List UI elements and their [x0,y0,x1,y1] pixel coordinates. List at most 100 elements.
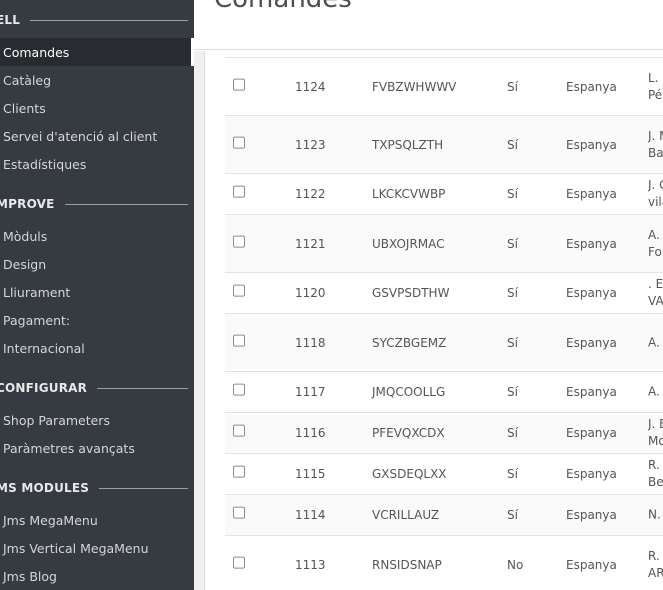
customer-name-line: Ba [648,145,663,160]
order-new-client: Sí [507,137,518,152]
order-customer: A. C [648,384,663,401]
order-id: 1116 [295,426,326,440]
table-row[interactable]: 1115 GXSDEQLXX Sí Espanya R. Be [225,453,663,494]
row-checkbox[interactable] [233,78,245,91]
order-new-client: Sí [507,79,518,94]
order-customer: A. For [648,227,663,261]
sidebar-item[interactable]: Catàleg [0,66,194,94]
row-checkbox[interactable] [233,284,245,297]
table-row[interactable]: 1116 PFEVQXCDX Sí Espanya J. E Mo [225,412,663,453]
sidebar-item[interactable]: Paràmetres avançats [0,434,194,462]
order-customer: L. F Pé [648,70,663,104]
row-checkbox[interactable] [233,465,245,478]
sidebar-item[interactable]: Estadístiques [0,150,194,178]
row-checkbox[interactable] [233,506,245,519]
sidebar-section-header: MS MODULES [0,478,194,498]
customer-name-line: J. G [648,178,663,192]
order-reference: TXPSQLZTH [372,137,444,152]
order-customer: J. G vila [648,177,663,211]
sidebar-item[interactable]: Comandes [0,38,194,66]
sidebar-section-title: CONFIGURAR [0,381,88,395]
sidebar-item[interactable]: Jms Vertical MegaMenu [0,534,194,562]
order-customer: A. V [648,334,663,351]
page-header: Comandes [194,0,663,50]
order-country: Espanya [566,236,617,251]
order-reference: SYCZBGEMZ [372,335,447,350]
row-checkbox[interactable] [233,383,245,396]
sidebar-section-header: CONFIGURAR [0,378,194,398]
order-id: 1115 [295,467,326,481]
order-new-client: Sí [507,286,518,300]
table-row[interactable]: 1118 SYCZBGEMZ Sí Espanya A. V [225,313,663,371]
order-country: Espanya [566,187,617,201]
sidebar-item[interactable]: Internacional [0,334,194,362]
row-checkbox[interactable] [233,334,245,347]
customer-name-line: VA [648,294,663,308]
order-country: Espanya [566,508,617,522]
row-checkbox[interactable] [233,556,245,569]
customer-name-line: A. C [648,384,663,399]
order-customer: R. AR [648,548,663,582]
row-checkbox[interactable] [233,424,245,437]
order-country: Espanya [566,137,617,152]
table-row[interactable]: 1114 VCRILLAUZ Sí Espanya N. [225,494,663,535]
sidebar-section-title: ELL [0,13,21,27]
sidebar-item[interactable]: Design [0,250,194,278]
order-new-client: Sí [507,236,518,251]
order-country: Espanya [566,426,617,440]
order-reference: UBXOJRMAC [372,236,445,251]
sidebar-section-header: MPROVE [0,194,194,214]
table-row[interactable]: 1123 TXPSQLZTH Sí Espanya J. M Ba [225,115,663,173]
order-customer: R. Be [648,457,663,491]
sidebar-section-title: MS MODULES [0,481,90,495]
order-country: Espanya [566,467,617,481]
sidebar-item[interactable]: Lliurament [0,278,194,306]
sidebar-item[interactable]: Shop Parameters [0,406,194,434]
customer-name-line: . El [648,277,663,291]
sidebar-item[interactable]: Jms MegaMenu [0,506,194,534]
order-id: 1118 [295,335,326,350]
order-reference: VCRILLAUZ [372,508,440,522]
order-reference: GSVPSDTHW [372,286,450,300]
sidebar-item[interactable]: Mòduls [0,222,194,250]
customer-name-line: For [648,244,663,259]
customer-name-line: R. [648,458,660,472]
order-reference: LKCKCVWBP [372,187,446,201]
table-row[interactable]: 1113 RNSIDSNAP No Espanya R. AR [225,535,663,590]
order-id: 1123 [295,137,326,152]
order-new-client: Sí [507,426,518,440]
order-customer: J. M Ba [648,128,663,162]
orders-panel: 1124 FVBZWHWWV Sí Espanya L. F Pé 1123 TXPSQLZT… [204,51,663,590]
sidebar: ELL Comandes Catàleg Clients Servei d'atenci… [0,0,194,590]
order-country: Espanya [566,385,617,399]
order-id: 1114 [295,508,326,522]
table-row[interactable]: 1120 GSVPSDTHW Sí Espanya . El VA [225,272,663,313]
sidebar-item[interactable]: Jms Blog [0,562,194,590]
customer-name-line: R. [648,548,660,563]
order-id: 1113 [295,557,326,572]
table-row[interactable]: 1124 FVBZWHWWV Sí Espanya L. F Pé [225,57,663,115]
row-checkbox[interactable] [233,235,245,248]
section-divider [99,487,188,489]
customer-name-line: vila [648,195,663,209]
order-country: Espanya [566,557,617,572]
table-row[interactable]: 1122 LKCKCVWBP Sí Espanya J. G vila [225,173,663,214]
customer-name-line: A. [648,227,660,242]
order-customer: N. [648,507,663,524]
order-new-client: Sí [507,385,518,399]
table-row[interactable]: 1117 JMQCOOLLG Sí Espanya A. C [225,371,663,412]
customer-name-line: AR [648,565,663,580]
sidebar-item[interactable]: Pagament: [0,306,194,334]
customer-name-line: Pé [648,87,663,102]
order-id: 1117 [295,385,326,399]
order-reference: GXSDEQLXX [372,467,447,481]
sidebar-section-title: MPROVE [0,197,55,211]
sidebar-section-header: ELL [0,10,194,30]
row-checkbox[interactable] [233,185,245,198]
sidebar-item[interactable]: Clients [0,94,194,122]
order-new-client: Sí [507,187,518,201]
sidebar-item[interactable]: Servei d'atenció al client [0,122,194,150]
row-checkbox[interactable] [233,136,245,149]
table-row[interactable]: 1121 UBXOJRMAC Sí Espanya A. For [225,214,663,272]
order-id: 1124 [295,79,326,94]
